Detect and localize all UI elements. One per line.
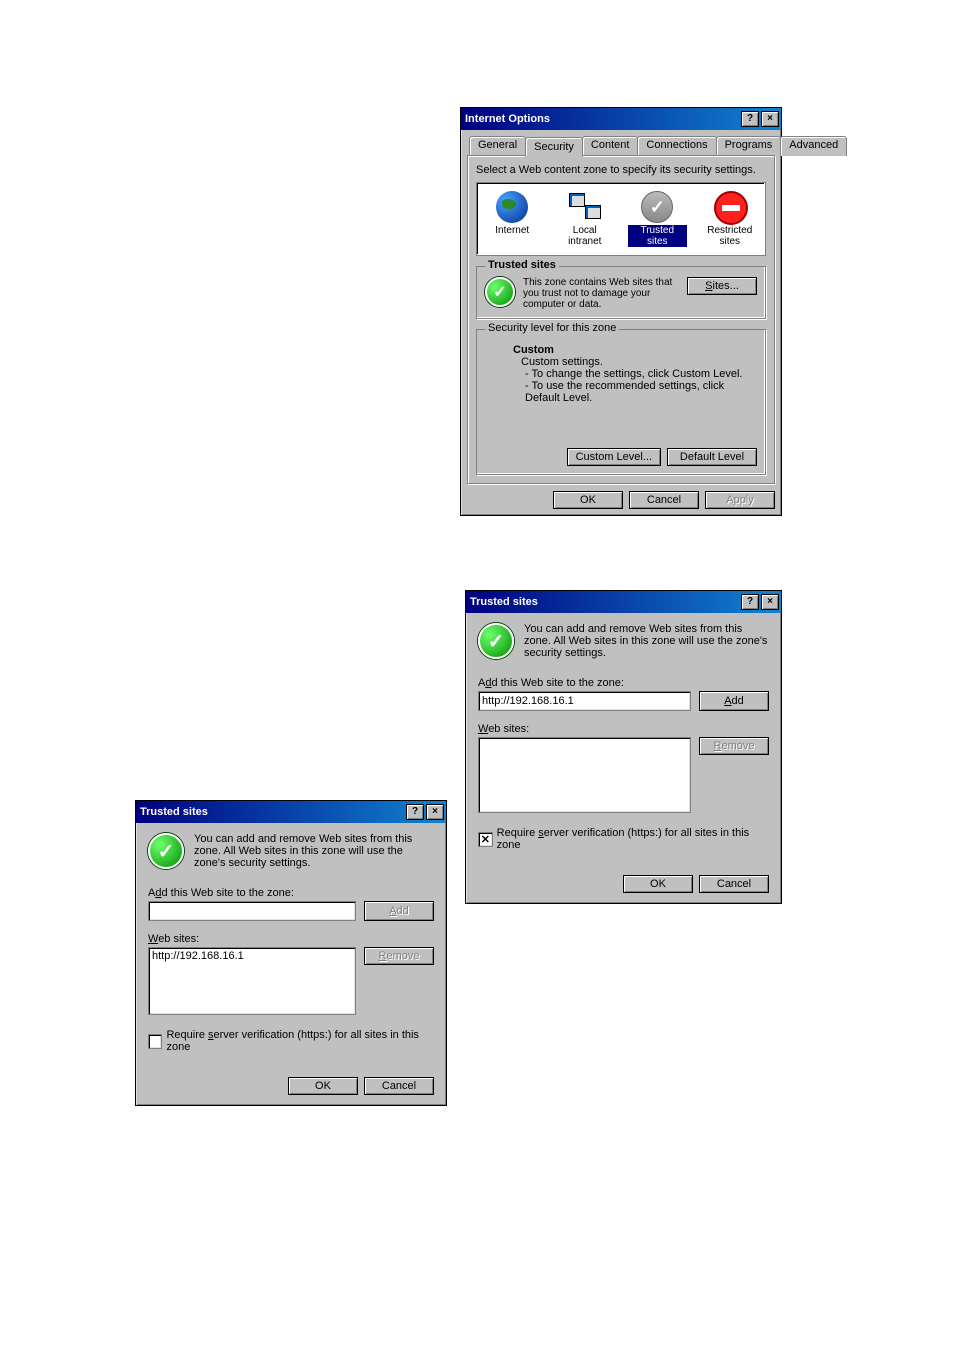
- dialog-description: You can add and remove Web sites from th…: [194, 833, 434, 869]
- tab-general[interactable]: General: [469, 136, 526, 156]
- tab-content[interactable]: Content: [582, 136, 639, 156]
- zone-detail-box: Trusted sites ✓ This zone contains Web s…: [476, 266, 766, 319]
- default-level-button[interactable]: Default Level: [667, 448, 757, 466]
- level-line: - To use the recommended settings, click…: [525, 380, 749, 404]
- sites-button[interactable]: Sites...: [687, 277, 757, 295]
- dialog-description: You can add and remove Web sites from th…: [524, 623, 769, 659]
- checkmark-icon: ✓: [478, 623, 514, 659]
- zone-picker[interactable]: Internet Local intranet ✓ Trusted sites …: [476, 182, 766, 256]
- titlebar[interactable]: Trusted sites ? ×: [466, 591, 781, 613]
- zone-instruction: Select a Web content zone to specify its…: [476, 164, 766, 176]
- remove-button[interactable]: Remove: [364, 947, 434, 965]
- checkbox-icon: [148, 1034, 162, 1049]
- checkbox-label: Require server verification (https:) for…: [166, 1029, 434, 1053]
- globe-icon: [496, 191, 528, 223]
- add-button[interactable]: Add: [364, 901, 434, 921]
- dialog-title: Internet Options: [465, 113, 550, 125]
- add-button[interactable]: Add: [699, 691, 769, 711]
- add-site-label: Add this Web site to the zone:: [478, 677, 769, 689]
- zone-description: This zone contains Web sites that you tr…: [523, 277, 679, 310]
- intranet-icon: [569, 191, 601, 223]
- dialog-title: Trusted sites: [470, 596, 538, 608]
- close-icon[interactable]: ×: [761, 111, 779, 127]
- remove-button[interactable]: Remove: [699, 737, 769, 755]
- ok-button[interactable]: OK: [288, 1077, 358, 1095]
- trusted-sites-dialog-a: Trusted sites ? × ✓ You can add and remo…: [465, 590, 782, 904]
- zone-heading: Trusted sites: [485, 259, 559, 271]
- titlebar[interactable]: Internet Options ? ×: [461, 108, 781, 130]
- apply-button[interactable]: Apply: [705, 491, 775, 509]
- level-heading: Custom: [513, 344, 749, 356]
- restricted-icon: [714, 191, 748, 225]
- require-https-checkbox[interactable]: ✕ Require server verification (https:) f…: [478, 827, 769, 851]
- ok-button[interactable]: OK: [623, 875, 693, 893]
- add-site-label: Add this Web site to the zone:: [148, 887, 434, 899]
- tab-programs[interactable]: Programs: [716, 136, 782, 156]
- custom-level-button[interactable]: Custom Level...: [567, 448, 661, 466]
- trusted-icon: ✓: [641, 191, 673, 223]
- cancel-button[interactable]: Cancel: [364, 1077, 434, 1095]
- level-line: - To change the settings, click Custom L…: [525, 368, 749, 380]
- security-level-legend: Security level for this zone: [485, 322, 619, 334]
- web-sites-label: Web sites:: [148, 933, 434, 945]
- require-https-checkbox[interactable]: Require server verification (https:) for…: [148, 1029, 434, 1053]
- add-site-input[interactable]: [148, 901, 356, 921]
- help-icon[interactable]: ?: [741, 111, 759, 127]
- checkbox-icon: ✕: [478, 832, 493, 847]
- dialog-title: Trusted sites: [140, 806, 208, 818]
- help-icon[interactable]: ?: [741, 594, 759, 610]
- close-icon[interactable]: ×: [761, 594, 779, 610]
- tab-advanced[interactable]: Advanced: [780, 136, 847, 156]
- zone-local-intranet[interactable]: Local intranet: [554, 189, 617, 249]
- internet-options-dialog: Internet Options ? × General Security Co…: [460, 107, 782, 516]
- cancel-button[interactable]: Cancel: [699, 875, 769, 893]
- help-icon[interactable]: ?: [406, 804, 424, 820]
- zone-trusted-sites[interactable]: ✓ Trusted sites: [626, 189, 689, 249]
- security-level-box: Security level for this zone Custom Cust…: [476, 329, 766, 475]
- tab-connections[interactable]: Connections: [637, 136, 716, 156]
- web-sites-list[interactable]: [478, 737, 691, 813]
- close-icon[interactable]: ×: [426, 804, 444, 820]
- level-line: Custom settings.: [521, 356, 749, 368]
- titlebar[interactable]: Trusted sites ? ×: [136, 801, 446, 823]
- cancel-button[interactable]: Cancel: [629, 491, 699, 509]
- web-sites-list[interactable]: http://192.168.16.1: [148, 947, 356, 1015]
- checkmark-icon: ✓: [485, 277, 515, 307]
- zone-internet[interactable]: Internet: [481, 189, 544, 249]
- ok-button[interactable]: OK: [553, 491, 623, 509]
- checkbox-label: Require server verification (https:) for…: [497, 827, 769, 851]
- web-sites-label: Web sites:: [478, 723, 769, 735]
- tab-security[interactable]: Security: [525, 137, 583, 157]
- add-site-input[interactable]: [478, 691, 691, 711]
- checkmark-icon: ✓: [148, 833, 184, 869]
- zone-restricted[interactable]: Restricted sites: [699, 189, 762, 249]
- tabs: General Security Content Connections Pro…: [467, 136, 775, 156]
- list-item[interactable]: http://192.168.16.1: [152, 950, 352, 962]
- trusted-sites-dialog-b: Trusted sites ? × ✓ You can add and remo…: [135, 800, 447, 1106]
